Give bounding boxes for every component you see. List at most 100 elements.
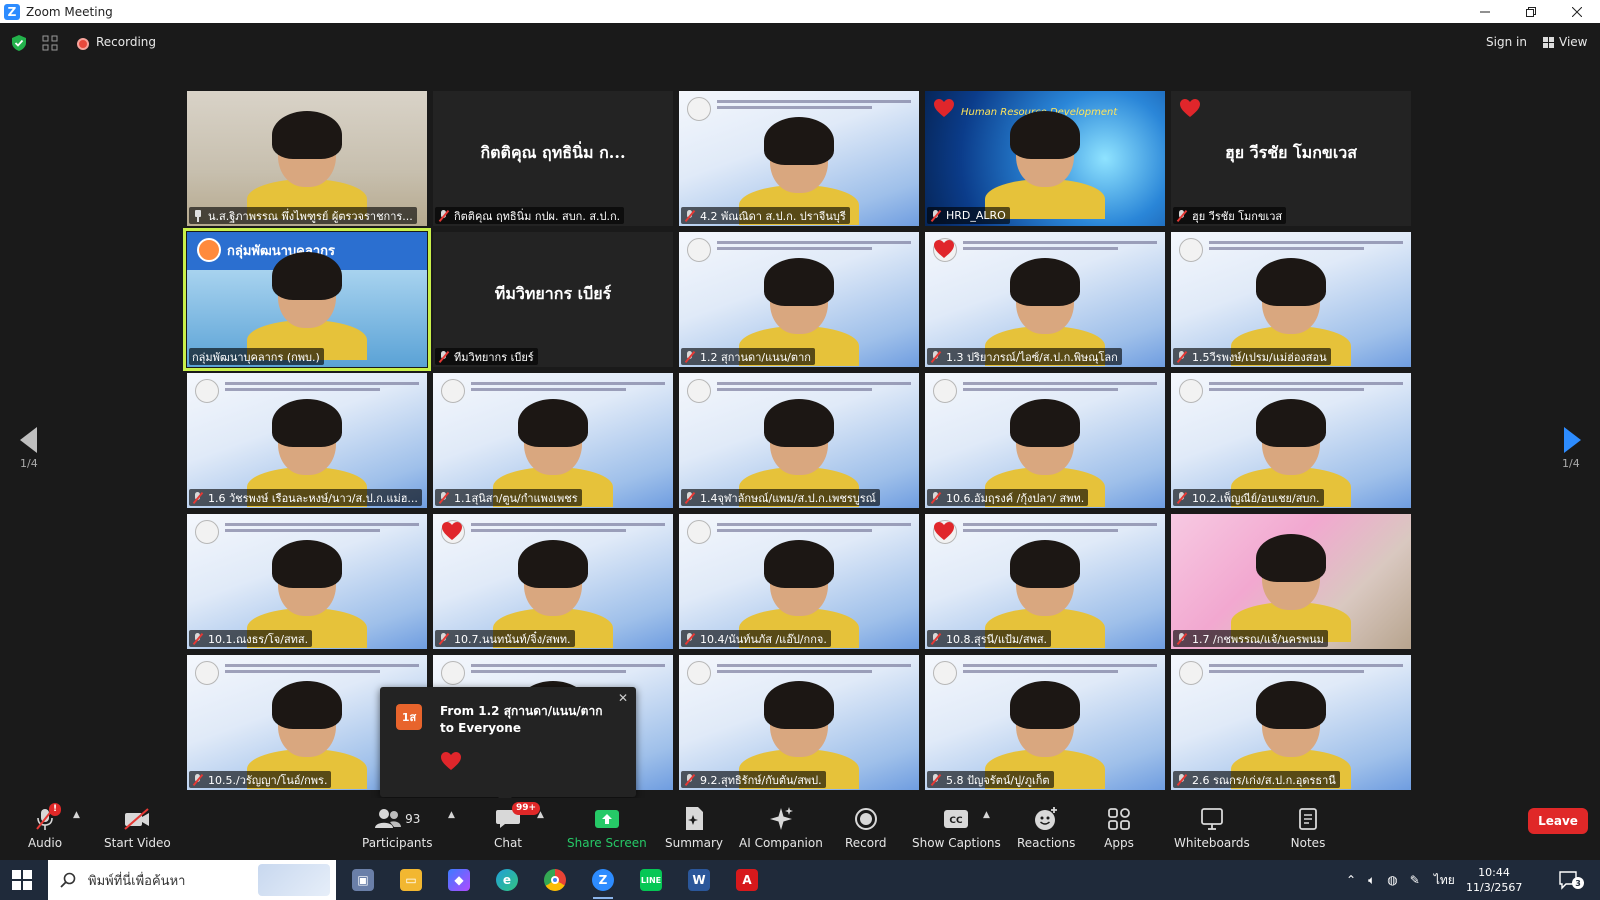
share-screen-button[interactable]: Share Screen [567,806,647,850]
meeting-topbar: Recording Sign in View [0,23,1600,63]
line-app-icon[interactable]: LINE [633,865,669,895]
show-hidden-icons-chevron-icon[interactable]: ⌃ [1346,873,1356,887]
audio-label: Audio [27,836,63,850]
participant-name: 1.1สุนิสา/ตูน/กำแพงเพชร [454,491,578,505]
restore-button[interactable] [1508,0,1554,23]
recording-indicator-icon[interactable] [77,38,89,50]
participant-tile[interactable]: ฮุย วีรชัย โมกขเวส ฮุย วีรชัย โมกขเวส [1171,91,1411,226]
participant-tile[interactable]: 1.1สุนิสา/ตูน/กำแพงเพชร [433,373,673,508]
mic-muted-icon [438,350,450,363]
participant-tile[interactable]: 10.6.อัมฤรงค์ /กุ้งปลา/ สพท. [925,373,1165,508]
emblem-icon [933,379,957,403]
participant-name-bar: ฮุย วีรชัย โมกขเวส [1173,207,1287,224]
participant-tile[interactable]: 1.5วีรพงษ์/เปรม/แม่ฮ่องสอน [1171,232,1411,367]
leave-button[interactable]: Leave [1528,808,1588,834]
clock-time: 10:44 [1478,866,1510,879]
start-video-button[interactable]: Start Video [104,806,171,850]
participant-tile[interactable]: 10.7.นนทนันท์/จิ๋ง/สพท. [433,514,673,649]
participant-tile[interactable]: Human Resource Development HRD_ALRO [925,91,1165,226]
participant-tile[interactable]: 10.4/นันท์นภัส /แอ๊ป/กกจ. [679,514,919,649]
edge-app-icon[interactable]: e [489,865,525,895]
gallery-grid: น.ส.ฐิภาพรรณ พึ่งไพฑูรย์ ผู้ตรวจราชการ..… [183,91,1411,794]
captions-options-caret-icon[interactable]: ▲ [983,810,990,820]
taskbar-search-input[interactable]: พิมพ์ที่นี่เพื่อค้นหา [48,860,336,900]
participant-tile[interactable]: 4.2 พัณณิดา ส.ป.ก. ปราจีนบุรี [679,91,919,226]
taskbar-clock[interactable]: 10:44 11/3/2567 [1466,865,1522,895]
sign-in-link[interactable]: Sign in [1486,35,1527,49]
participant-tile[interactable]: กลุ่มพัฒนาบุคลากร กลุ่มพัฒนาบุคลากร (กพบ.… [183,228,431,371]
chat-sender-avatar: 1ส [396,704,422,730]
record-button[interactable]: Record [845,806,886,850]
previous-page-arrow-icon[interactable] [20,427,37,453]
participant-tile[interactable]: 9.2.สุทธิรักษ์/กับตัน/สพป. [679,655,919,790]
mic-muted-icon [1176,350,1188,363]
participant-name: 10.8.สุรนี/แป้ม/สพส. [946,632,1048,646]
participant-name-bar: 9.2.สุทธิรักษ์/กับตัน/สพป. [681,771,826,788]
window-titlebar: Z Zoom Meeting [0,0,1600,23]
audio-options-caret-icon[interactable]: ▲ [73,810,80,820]
chat-button[interactable]: 99+ Chat [488,802,541,850]
encryption-shield-icon[interactable] [12,35,26,51]
reactions-button[interactable]: Reactions [1017,806,1075,850]
mic-muted-icon [684,632,696,645]
view-button[interactable]: View [1543,35,1587,49]
participant-name: 1.3 ปริยาภรณ์/ไอซ์/ส.ป.ก.พิษณุโลก [946,350,1118,364]
participant-tile[interactable]: 1.3 ปริยาภรณ์/ไอซ์/ส.ป.ก.พิษณุโลก [925,232,1165,367]
chat-notification[interactable]: 1ส From 1.2 สุกานดา/แนน/ตาก to Everyone … [380,687,636,804]
next-page-arrow-icon[interactable] [1564,427,1581,453]
participant-tile[interactable]: น.ส.ฐิภาพรรณ พึ่งไพฑูรย์ ผู้ตรวจราชการ..… [187,91,427,226]
notification-center-icon[interactable]: 3 [1558,870,1584,890]
participant-tile[interactable]: 10.1.ณงธร/โจ/สทส. [187,514,427,649]
participants-label: Participants [362,836,433,850]
file-explorer-app-icon[interactable]: ▭ [393,865,429,895]
ai-companion-button[interactable]: AI Companion [739,806,823,850]
participant-tile[interactable]: ทีมวิทยากร เบียร์ ทีมวิทยากร เบียร์ [433,232,673,367]
participant-tile[interactable]: 2.6 รณกร/เก่ง/ส.ป.ก.อุดรธานี [1171,655,1411,790]
apps-button[interactable]: Apps [1099,806,1139,850]
zoom-app-icon[interactable]: Z [585,865,621,899]
whiteboards-button[interactable]: Whiteboards [1174,806,1250,850]
chat-options-caret-icon[interactable]: ▲ [537,810,544,820]
participant-tile[interactable]: กิตติคุณ ฤทธินิ่ม ก... กิตติคุณ ฤทธินิ่ม … [433,91,673,226]
participant-tile[interactable]: 1.7 /กชพรรณ/แจ้/นครพนม [1171,514,1411,649]
participant-name-bar: 10.6.อัมฤรงค์ /กุ้งปลา/ สพท. [927,489,1089,506]
participant-name: HRD_ALRO [946,209,1006,222]
close-icon[interactable]: ✕ [618,691,628,705]
audio-button[interactable]: ! Audio [25,803,65,850]
participants-options-caret-icon[interactable]: ▲ [448,810,455,820]
participant-name: 4.2 พัณณิดา ส.ป.ก. ปราจีนบุรี [700,209,846,223]
participant-name-bar: 10.7.นนทนันท์/จิ๋ง/สพท. [435,630,575,647]
apps-icon [1108,808,1130,830]
participant-tile[interactable]: 1.6 วัชรพงษ์ เรือนละหงษ์/นาว/ส.ป.ก.แม่ฮ.… [187,373,427,508]
language-indicator[interactable]: ไทย [1434,871,1455,890]
network-globe-icon[interactable]: ◍ [1387,873,1397,887]
whiteboards-label: Whiteboards [1174,836,1250,850]
volume-icon[interactable]: 🔈︎ [1368,873,1375,888]
participant-name-bar: 1.2 สุกานดา/แนน/ตาก [681,348,815,365]
participant-tile[interactable]: 1.4จุฬาลักษณ์/แพม/ส.ป.ก.เพชรบูรณ์ [679,373,919,508]
chrome-app-icon[interactable] [537,865,573,895]
windows-start-icon[interactable] [12,870,32,890]
photos-app-icon[interactable]: ▣ [345,865,381,895]
mic-muted-icon [684,209,696,222]
participant-name-bar: 1.6 วัชรพงษ์ เรือนละหงษ์/นาว/ส.ป.ก.แม่ฮ.… [189,489,422,506]
pen-icon[interactable]: ✎ [1410,873,1420,887]
summary-button[interactable]: Summary [665,806,723,850]
notes-button[interactable]: Notes [1288,806,1328,850]
minimize-button[interactable] [1462,0,1508,23]
meeting-info-grid-icon[interactable] [42,35,58,51]
captions-cc-icon: CC [944,810,969,828]
mic-muted-icon [192,491,204,504]
participant-tile[interactable]: 10.2.เพ็ญณีย์/อบเชย/สบก. [1171,373,1411,508]
recording-label[interactable]: Recording [96,35,156,49]
emblem-icon [441,379,465,403]
participants-button[interactable]: 93 Participants [362,806,433,850]
participant-tile[interactable]: 5.8 ปัญจรัตน์/ปู/ภูเก็ต [925,655,1165,790]
emblem-icon [687,661,711,685]
word-app-icon[interactable]: W [681,865,717,895]
participant-tile[interactable]: 1.2 สุกานดา/แนน/ตาก [679,232,919,367]
acrobat-app-icon[interactable]: A [729,865,765,895]
close-button[interactable] [1554,0,1600,23]
copilot-app-icon[interactable]: ◆ [441,865,477,895]
participant-tile[interactable]: 10.8.สุรนี/แป้ม/สพส. [925,514,1165,649]
